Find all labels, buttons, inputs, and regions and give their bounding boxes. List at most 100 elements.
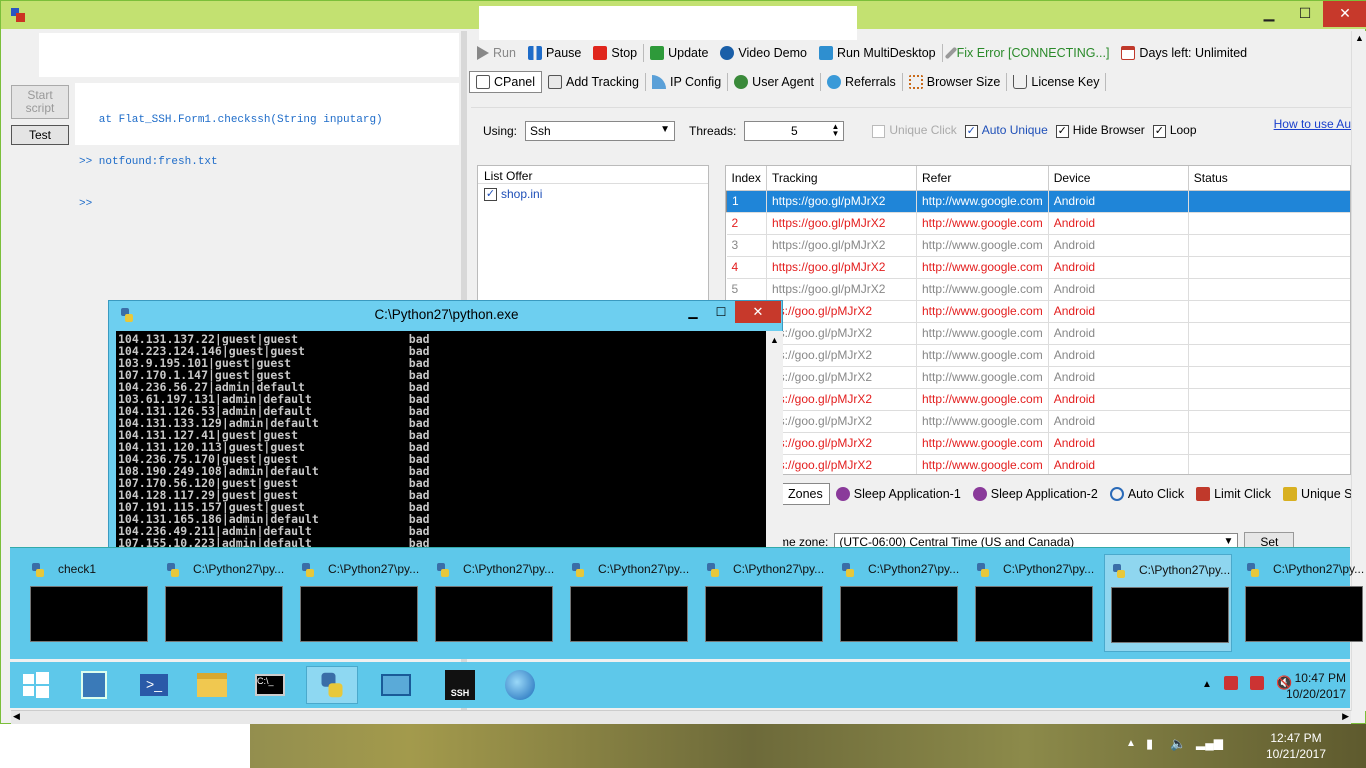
network-icon[interactable]: ▮ xyxy=(1146,736,1153,752)
python-console-window[interactable]: C:\Python27\python.exe ▁ ☐ ✕ 104.131.137… xyxy=(108,300,784,553)
window-thumbnail[interactable]: C:\Python27\py... xyxy=(159,554,287,652)
maximize-button[interactable]: ☐ xyxy=(707,303,735,323)
col-device[interactable]: Device xyxy=(1048,166,1189,191)
table-row[interactable]: 3 https://goo.gl/pMJrX2 http://www.google.… xyxy=(726,234,1350,257)
scroll-up-icon[interactable]: ▲ xyxy=(770,335,779,345)
table-row[interactable]: ps://goo.gl/pMJrX2 http://www.google.com A… xyxy=(726,410,1350,433)
offer-item[interactable]: ✓ shop.ini xyxy=(478,184,708,204)
ssh-button[interactable]: SSH xyxy=(434,666,486,704)
minimize-button[interactable]: ▁ xyxy=(1251,1,1287,27)
thumbnail-preview xyxy=(975,586,1093,642)
signal-icon[interactable]: ▂▄▆ xyxy=(1196,736,1223,750)
video-demo-button[interactable]: Video Demo xyxy=(714,42,813,64)
tab-zones[interactable]: Zones xyxy=(781,483,830,505)
scroll-up-icon[interactable]: ▲ xyxy=(1355,33,1364,43)
stepper-arrows-icon[interactable]: ▲ ▼ xyxy=(831,122,839,137)
window-thumbnail[interactable]: C:\Python27\py... xyxy=(429,554,557,652)
explorer-button[interactable] xyxy=(186,666,238,704)
stop-button[interactable]: Stop xyxy=(587,42,643,64)
tab-ip-config[interactable]: IP Config xyxy=(646,71,727,93)
cmd-button[interactable]: C:\_ xyxy=(244,666,296,704)
tab-add-tracking[interactable]: Add Tracking xyxy=(542,71,645,93)
fix-error-button[interactable]: Fix Error [CONNECTING...] xyxy=(943,42,1116,64)
minimize-button[interactable]: ▁ xyxy=(679,303,707,323)
update-button[interactable]: Update xyxy=(644,42,714,64)
maximize-button[interactable]: ☐ xyxy=(1287,1,1323,27)
window-thumbnail[interactable]: C:\Python27\py... xyxy=(1104,554,1232,652)
run-button[interactable]: Run xyxy=(471,42,522,64)
how-to-use-link[interactable]: How to use Au xyxy=(1274,117,1351,131)
window-thumbnail[interactable]: C:\Python27\py... xyxy=(294,554,422,652)
scroll-left-icon[interactable]: ◀ xyxy=(13,711,20,722)
table-row[interactable]: ps://goo.gl/pMJrX2 http://www.google.com A… xyxy=(726,366,1350,389)
start-button[interactable] xyxy=(10,666,62,704)
table-cell: ps://goo.gl/pMJrX2 xyxy=(766,366,917,389)
tab-user-agent[interactable]: User Agent xyxy=(728,71,820,93)
table-row[interactable]: ps://goo.gl/pMJrX2 http://www.google.com A… xyxy=(726,454,1350,474)
window-thumbnail[interactable]: C:\Python27\py... xyxy=(834,554,962,652)
table-row[interactable]: ps://goo.gl/pMJrX2 http://www.google.com A… xyxy=(726,322,1350,345)
table-row[interactable]: ps://goo.gl/pMJrX2 http://www.google.com A… xyxy=(726,344,1350,367)
table-row[interactable]: 2 https://goo.gl/pMJrX2 http://www.google.… xyxy=(726,212,1350,235)
col-status[interactable]: Status xyxy=(1188,166,1350,191)
tab-sleep-1[interactable]: Sleep Application-1 xyxy=(830,483,967,505)
python-title-bar[interactable]: C:\Python27\python.exe ▁ ☐ ✕ xyxy=(109,301,784,329)
hide-browser-checkbox[interactable]: ✓ Hide Browser xyxy=(1055,123,1145,138)
table-row[interactable]: 4 https://goo.gl/pMJrX2 http://www.google.… xyxy=(726,256,1350,279)
window-thumbnail[interactable]: C:\Python27\py... xyxy=(699,554,827,652)
table-cell xyxy=(1188,212,1350,235)
powershell-button[interactable]: >_ xyxy=(128,666,180,704)
window-thumbnail[interactable]: C:\Python27\py... xyxy=(1239,554,1366,652)
table-cell: http://www.google.com xyxy=(916,300,1049,323)
tab-limit-click[interactable]: Limit Click xyxy=(1190,483,1277,505)
test-button[interactable]: Test xyxy=(11,125,69,145)
table-row[interactable]: 1 https://goo.gl/pMJrX2 http://www.google.… xyxy=(726,190,1350,213)
terminal-scrollbar[interactable]: ▲ xyxy=(766,331,783,553)
window-thumbnail[interactable]: C:\Python27\py... xyxy=(564,554,692,652)
tab-sleep-2[interactable]: Sleep Application-2 xyxy=(967,483,1104,505)
start-script-button[interactable]: Start script xyxy=(11,85,69,119)
threads-stepper[interactable]: 5 ▲ ▼ xyxy=(744,120,845,141)
remote-clock[interactable]: 10:47 PM 10/20/2017 xyxy=(1286,670,1346,702)
script-input-area[interactable] xyxy=(39,33,459,77)
action-center-icon[interactable] xyxy=(1250,676,1264,690)
close-button[interactable]: ✕ xyxy=(1323,1,1366,27)
window-thumbnail[interactable]: check1 xyxy=(24,554,152,652)
scroll-right-icon[interactable]: ▶ xyxy=(1342,711,1349,722)
pause-button[interactable]: Pause xyxy=(522,42,587,64)
auto-unique-checkbox[interactable]: ✓ Auto Unique xyxy=(964,123,1048,138)
volume-icon[interactable]: 🔈 xyxy=(1170,736,1186,752)
close-button[interactable]: ✕ xyxy=(735,301,781,323)
using-select[interactable]: Ssh ▼ xyxy=(525,120,676,141)
loop-checkbox[interactable]: ✓ Loop xyxy=(1152,123,1197,138)
col-tracking[interactable]: Tracking xyxy=(766,166,917,191)
run-multidesktop-button[interactable]: Run MultiDesktop xyxy=(813,42,942,64)
host-clock-date: 10/21/2017 xyxy=(1265,747,1327,761)
unique-click-checkbox[interactable]: Unique Click xyxy=(872,123,957,138)
col-index[interactable]: Index xyxy=(726,166,767,191)
tab-cpanel[interactable]: CPanel xyxy=(469,71,542,93)
tab-referrals[interactable]: Referrals xyxy=(821,71,902,93)
tray-up-icon[interactable]: ▲ xyxy=(1202,679,1212,690)
days-left-button[interactable]: Days left: Unlimited xyxy=(1115,42,1253,64)
terminal-output: 104.131.137.22|guest|guest bad 104.223.12… xyxy=(116,331,766,553)
tab-unique[interactable]: Unique S xyxy=(1277,483,1358,505)
python-taskbar-button[interactable] xyxy=(306,666,358,704)
server-manager-button[interactable] xyxy=(68,666,120,704)
network-error-icon[interactable] xyxy=(1224,676,1238,690)
remote-desktop-button[interactable] xyxy=(370,666,422,704)
table-row[interactable]: ps://goo.gl/pMJrX2 http://www.google.com A… xyxy=(726,432,1350,455)
tray-up-icon[interactable]: ▲ xyxy=(1126,738,1136,749)
window-thumbnail[interactable]: C:\Python27\py... xyxy=(969,554,1097,652)
browser-button[interactable] xyxy=(494,666,546,704)
table-row[interactable]: ps://goo.gl/pMJrX2 http://www.google.com A… xyxy=(726,388,1350,411)
horizontal-scrollbar[interactable]: ◀ ▶ xyxy=(11,710,1351,724)
col-refer[interactable]: Refer xyxy=(916,166,1049,191)
host-clock[interactable]: 12:47 PM 10/21/2017 xyxy=(1246,730,1346,762)
table-row[interactable]: 5 https://goo.gl/pMJrX2 http://www.google.… xyxy=(726,278,1350,301)
tab-auto-click[interactable]: Auto Click xyxy=(1104,483,1190,505)
tab-license-key[interactable]: License Key xyxy=(1007,71,1105,93)
table-row[interactable]: ps://goo.gl/pMJrX2 http://www.google.com A… xyxy=(726,300,1350,323)
tab-browser-size[interactable]: Browser Size xyxy=(903,71,1007,93)
table-cell: http://www.google.com xyxy=(916,278,1049,301)
